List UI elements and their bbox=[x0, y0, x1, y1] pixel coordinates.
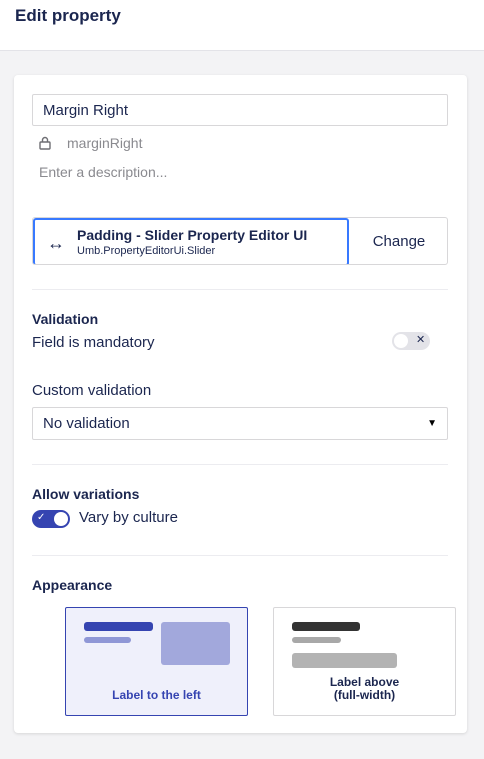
label-preview-bar bbox=[292, 637, 341, 643]
lock-icon[interactable] bbox=[39, 136, 51, 150]
divider bbox=[32, 464, 448, 465]
editor-name: Padding - Slider Property Editor UI bbox=[77, 227, 308, 243]
vary-by-culture-toggle[interactable]: ✓ bbox=[32, 510, 70, 528]
chevron-down-icon: ▼ bbox=[427, 418, 437, 429]
arrow-left-right-icon: ↔ bbox=[47, 233, 65, 253]
divider bbox=[32, 289, 448, 290]
toggle-knob bbox=[394, 334, 408, 348]
header: Edit property bbox=[0, 0, 484, 51]
field-preview-box bbox=[292, 653, 397, 668]
appearance-option-label-left[interactable]: Label to the left bbox=[65, 607, 248, 716]
vary-by-culture-label: Vary by culture bbox=[79, 509, 178, 526]
appearance-option-label-above[interactable]: Label above (full-width) bbox=[273, 607, 456, 716]
variations-heading: Allow variations bbox=[32, 486, 140, 502]
custom-validation-select[interactable]: No validation ▼ bbox=[32, 407, 448, 440]
appearance-option-label: Label to the left bbox=[112, 688, 201, 702]
property-settings-card: Margin Right marginRight Enter a descrip… bbox=[14, 75, 467, 733]
page-title: Edit property bbox=[15, 6, 121, 25]
change-editor-button[interactable]: Change bbox=[349, 218, 447, 264]
validation-heading: Validation bbox=[32, 311, 99, 327]
label-preview-bar bbox=[292, 622, 360, 631]
appearance-option-label: Label above (full-width) bbox=[329, 675, 400, 702]
mandatory-label: Field is mandatory bbox=[32, 334, 155, 351]
alias-row: marginRight bbox=[39, 134, 142, 152]
divider bbox=[32, 555, 448, 556]
check-icon: ✓ bbox=[37, 512, 46, 523]
toggle-knob bbox=[54, 512, 68, 526]
custom-validation-label: Custom validation bbox=[32, 382, 152, 399]
appearance-heading: Appearance bbox=[32, 577, 113, 593]
label-preview-bar bbox=[84, 637, 131, 643]
label-preview-bar bbox=[84, 622, 153, 631]
description-input[interactable]: Enter a description... bbox=[39, 164, 167, 180]
close-icon: ✕ bbox=[416, 334, 426, 346]
property-alias[interactable]: marginRight bbox=[67, 135, 142, 151]
property-editor-picker: ↔ Padding - Slider Property Editor UI Um… bbox=[32, 217, 448, 265]
selected-property-editor[interactable]: ↔ Padding - Slider Property Editor UI Um… bbox=[33, 218, 349, 264]
editor-alias: Umb.PropertyEditorUi.Slider bbox=[77, 245, 216, 257]
mandatory-toggle[interactable]: ✕ bbox=[392, 332, 430, 350]
custom-validation-value: No validation bbox=[43, 415, 130, 432]
field-preview-box bbox=[161, 622, 230, 665]
property-name-input[interactable]: Margin Right bbox=[32, 94, 448, 126]
